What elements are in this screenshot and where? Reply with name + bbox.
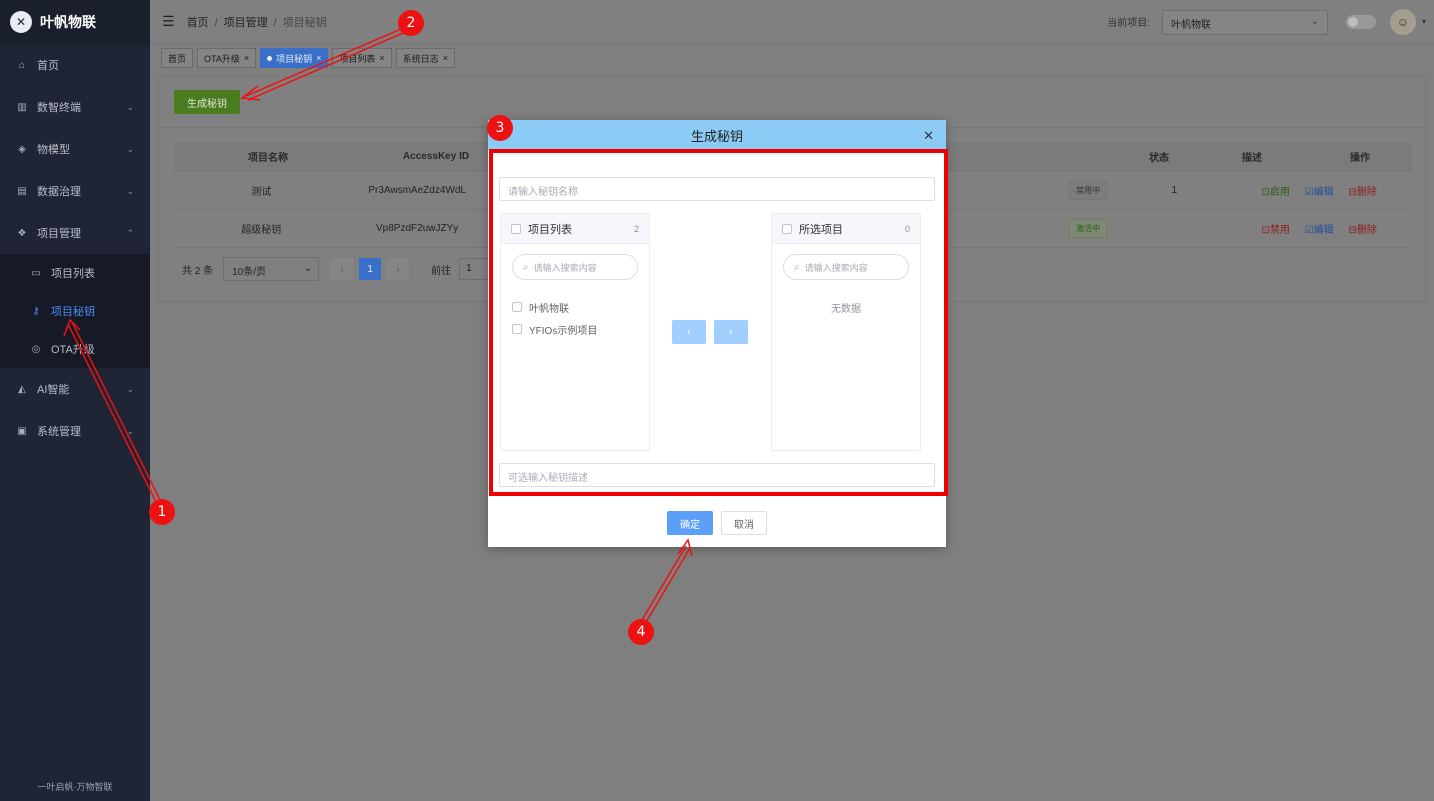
close-icon[interactable]: × xyxy=(316,53,321,63)
project-submenu: ▭ 项目列表 ⚷ 项目秘钥 ◎ OTA升级 xyxy=(0,254,150,368)
enable-button[interactable]: ⊡启用 xyxy=(1262,187,1290,198)
system-icon: ▣ xyxy=(17,425,27,437)
header: ☰ 首页 / 项目管理 / 项目秘钥 当前项目: 叶帆物联 ⌄ ☺ ▾ xyxy=(150,0,1434,44)
confirm-button[interactable]: 确定 xyxy=(667,511,713,535)
total-count: 共 2 条 xyxy=(182,265,214,277)
tab-system-log[interactable]: 系统日志 × xyxy=(395,48,455,68)
chevron-down-icon: ⌄ xyxy=(126,101,134,112)
sidebar: ✕ 叶帆物联 ⌂ 首页 ▥ 数智终端 ⌄ ◈ 物模型 ⌄ ▤ 数据治理 ⌄ ❖ 项目管理 ⌃ ▭ 项… xyxy=(0,0,150,801)
annotation-badge-3: 3 xyxy=(487,115,513,141)
logo-icon: ✕ xyxy=(10,11,32,33)
avatar[interactable]: ☺ xyxy=(1390,9,1416,35)
close-icon[interactable]: × xyxy=(443,53,448,63)
chevron-up-icon: ⌃ xyxy=(126,227,134,238)
breadcrumb-project[interactable]: 项目管理 xyxy=(224,17,268,29)
page-size-select[interactable]: 10条/页 ⌄ xyxy=(223,257,320,281)
sidebar-item-project-list[interactable]: ▭ 项目列表 xyxy=(0,254,150,292)
chevron-down-icon: ⌄ xyxy=(126,143,134,154)
annotation-badge-1: 1 xyxy=(149,499,175,525)
delete-button[interactable]: ⊟删除 xyxy=(1348,187,1376,198)
folder-icon: ▭ xyxy=(31,267,41,279)
chart-icon: ▥ xyxy=(17,101,27,113)
sidebar-item-home[interactable]: ⌂ 首页 xyxy=(0,44,150,86)
doc-icon: ▤ xyxy=(17,185,27,197)
next-page-button[interactable]: › xyxy=(387,258,410,280)
project-icon: ❖ xyxy=(17,227,27,239)
pagination: 共 2 条 10条/页 ⌄ ‹ 1 › 前往 1 xyxy=(182,257,490,281)
sidebar-item-ai[interactable]: ◭ AI智能 ⌄ xyxy=(0,368,150,410)
prev-page-button[interactable]: ‹ xyxy=(331,258,354,280)
dialog-header: 生成秘钥 ✕ xyxy=(488,120,946,150)
project-label: 当前项目: xyxy=(1107,18,1150,29)
menu-toggle-icon[interactable]: ☰ xyxy=(162,13,175,30)
sidebar-item-system[interactable]: ▣ 系统管理 ⌄ xyxy=(0,410,150,452)
tab-project-list[interactable]: 项目列表 × xyxy=(332,48,392,68)
project-select[interactable]: 叶帆物联 ⌄ xyxy=(1162,10,1328,35)
edit-button[interactable]: ☑编辑 xyxy=(1305,187,1334,198)
status-badge: 禁用中 xyxy=(1069,181,1108,200)
disable-button[interactable]: ⊡禁用 xyxy=(1262,225,1290,236)
annotation-badge-4: 4 xyxy=(628,619,654,645)
tab-bar: 首页 OTA升级 × 项目秘钥 × 项目列表 × 系统日志 × xyxy=(150,45,1434,71)
sidebar-item-data[interactable]: ▤ 数据治理 ⌄ xyxy=(0,170,150,212)
goto-input[interactable]: 1 xyxy=(459,258,490,280)
chevron-down-icon: ⌄ xyxy=(126,185,134,196)
tab-ota[interactable]: OTA升级 × xyxy=(197,48,257,68)
dialog-title: 生成秘钥 xyxy=(690,128,743,144)
chevron-down-icon: ⌄ xyxy=(1310,16,1319,27)
caret-down-icon[interactable]: ▾ xyxy=(1422,17,1426,26)
key-icon: ⚷ xyxy=(32,305,40,317)
chevron-down-icon: ⌄ xyxy=(126,425,134,436)
model-icon: ◈ xyxy=(18,143,26,155)
annotation-badge-2: 2 xyxy=(398,10,424,36)
close-icon[interactable]: ✕ xyxy=(923,128,934,144)
generate-key-dialog: 生成秘钥 ✕ 请输入秘钥名称 项目列表 2 ⌕ 请输入搜索内容 叶帆物联 YFIO… xyxy=(488,120,948,547)
breadcrumb-home[interactable]: 首页 xyxy=(187,17,209,29)
ota-icon: ◎ xyxy=(31,343,41,355)
home-icon: ⌂ xyxy=(18,59,26,71)
breadcrumb: 首页 / 项目管理 / 项目秘钥 xyxy=(186,16,327,29)
sidebar-item-project[interactable]: ❖ 项目管理 ⌃ xyxy=(0,212,150,254)
chevron-down-icon: ⌄ xyxy=(303,263,313,274)
cancel-button[interactable]: 取消 xyxy=(721,511,767,535)
chevron-down-icon: ⌄ xyxy=(126,383,134,394)
annotation-highlight-box xyxy=(489,149,948,496)
delete-button[interactable]: ⊟删除 xyxy=(1348,225,1376,236)
close-icon[interactable]: × xyxy=(379,53,384,63)
tab-home[interactable]: 首页 xyxy=(161,48,194,68)
sidebar-footer: 一叶启帆·万物智联 xyxy=(37,782,113,792)
sidebar-item-ota[interactable]: ◎ OTA升级 xyxy=(0,330,150,368)
sidebar-item-project-key[interactable]: ⚷ 项目秘钥 xyxy=(0,292,150,330)
close-icon[interactable]: × xyxy=(244,53,249,63)
goto-label: 前往 xyxy=(431,265,452,277)
page-1-button[interactable]: 1 xyxy=(359,258,382,280)
status-badge: 激活中 xyxy=(1069,219,1108,238)
theme-toggle[interactable] xyxy=(1346,15,1376,29)
sidebar-item-terminal[interactable]: ▥ 数智终端 ⌄ xyxy=(0,86,150,128)
breadcrumb-current: 项目秘钥 xyxy=(282,16,327,29)
brand[interactable]: ✕ 叶帆物联 xyxy=(0,0,150,44)
sidebar-item-model[interactable]: ◈ 物模型 ⌄ xyxy=(0,128,150,170)
edit-button[interactable]: ☑编辑 xyxy=(1305,225,1334,236)
generate-key-button[interactable]: 生成秘钥 xyxy=(174,90,240,114)
active-dot-icon xyxy=(267,55,273,61)
ai-icon: ◭ xyxy=(18,383,26,395)
brand-title: 叶帆物联 xyxy=(40,14,96,30)
tab-project-key[interactable]: 项目秘钥 × xyxy=(260,48,329,68)
